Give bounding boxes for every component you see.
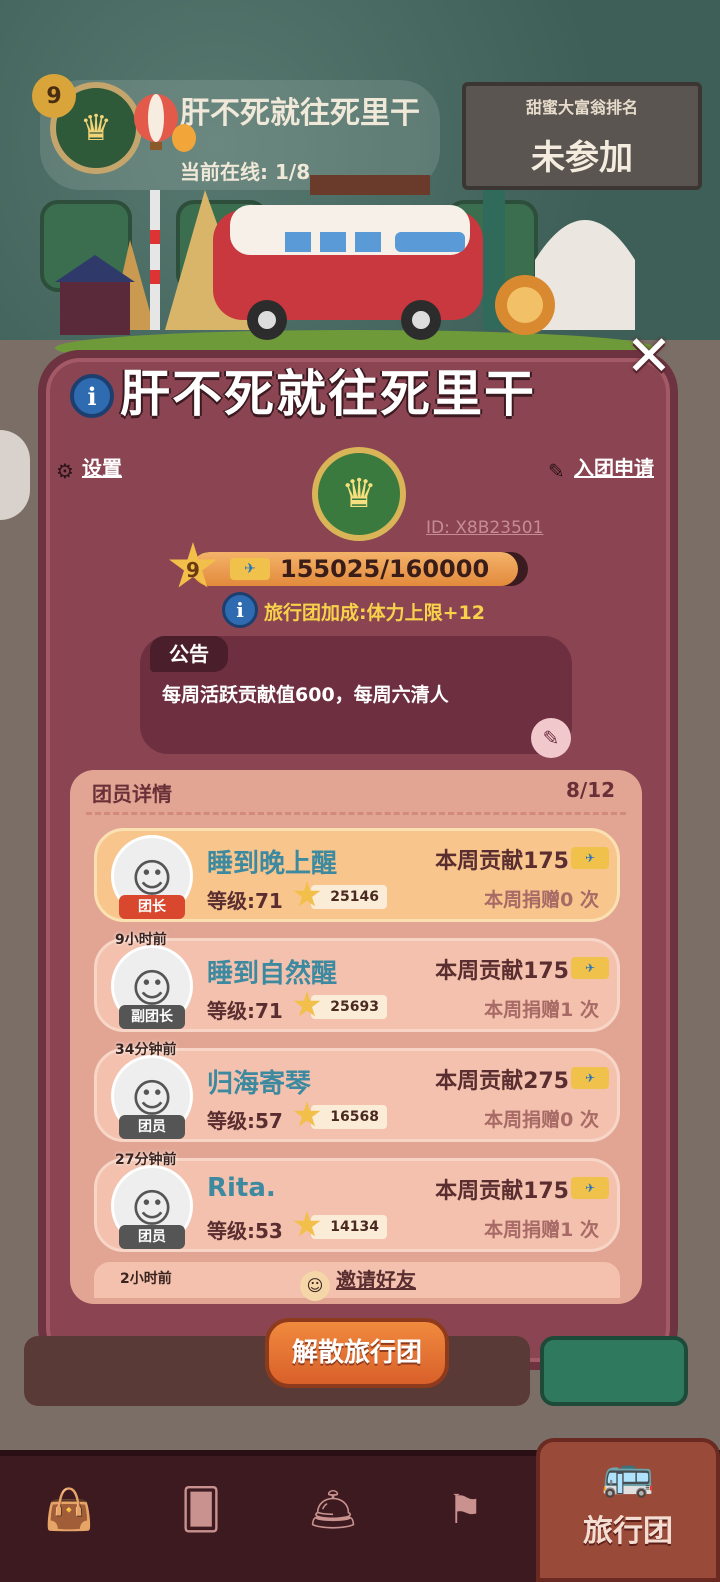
ticket-icon: ✈ <box>571 847 609 869</box>
edit-notice-button[interactable]: ✎ <box>531 718 571 758</box>
map-pin-icon: ⚑ <box>447 1487 483 1533</box>
settings-link[interactable]: ⚙ 设置 <box>56 452 122 483</box>
bus-icon: 🚌 <box>601 1450 655 1499</box>
member-name: 归海寄琴 <box>207 1069 312 1099</box>
member-row[interactable]: ☺ 27分钟前 团员 Rita. 等级:53 14134 本周贡献175 ✈ 本… <box>94 1152 620 1252</box>
member-name: Rita. <box>207 1173 276 1203</box>
weekly-donation: 本周捐赠1 次 <box>484 1219 599 1241</box>
hot-air-balloon-icon <box>134 94 196 152</box>
role-badge: 团员 <box>119 1225 185 1249</box>
weekly-donation: 本周捐赠0 次 <box>484 889 599 911</box>
join-requests-label: 入团申请 <box>574 456 654 480</box>
member-level: 等级:53 <box>207 1219 283 1243</box>
service-bell-icon: 🛎 <box>307 1487 359 1533</box>
member-divider <box>86 812 626 815</box>
settings-label: 设置 <box>82 456 122 480</box>
nav-travel-team[interactable]: 🚌 旅行团 <box>536 1438 720 1582</box>
close-button[interactable]: ✕ <box>618 326 680 388</box>
notice-text: 每周活跃贡献值600，每周六清人 <box>162 684 449 706</box>
ticket-icon: ✈ <box>571 1067 609 1089</box>
crown-icon: ♛ <box>79 107 113 149</box>
last-seen: 9小时前 <box>115 932 167 948</box>
weekly-donation: 本周捐赠0 次 <box>484 1109 599 1131</box>
modal-title: 肝不死就往死里干 <box>120 365 536 423</box>
member-name: 睡到晚上醒 <box>207 849 338 879</box>
pagoda-icon <box>60 280 130 335</box>
bonus-info-icon[interactable]: i <box>222 592 258 628</box>
pencil-icon: ✎ <box>542 726 560 750</box>
landmarks-illustration <box>55 175 655 360</box>
document-edit-icon: ✎ <box>548 459 565 483</box>
member-level: 等级:71 <box>207 999 283 1023</box>
invite-label: 邀请好友 <box>336 1268 416 1292</box>
member-score: 14134 <box>311 1215 387 1239</box>
last-seen: 34分钟前 <box>115 1042 177 1058</box>
member-header-label: 团员详情 <box>92 782 172 806</box>
team-bonus-text: 旅行团加成:体力上限+12 <box>264 602 485 624</box>
weekly-contribution: 本周贡献275 <box>435 1069 569 1094</box>
member-score: 16568 <box>311 1105 387 1129</box>
member-list[interactable]: ☺ 团长 睡到晚上醒 等级:71 25146 本周贡献175 ✈ 本周捐赠0 次… <box>94 828 620 1278</box>
nav-travel-team-label: 旅行团 <box>583 1514 673 1549</box>
background-team-name: 肝不死就往死里干 <box>180 96 420 131</box>
rank-board-title: 甜蜜大富翁排名 <box>525 98 638 117</box>
cards-icon: 🂠 <box>180 1487 222 1533</box>
weekly-contribution: 本周贡献175 <box>435 959 569 984</box>
ticket-icon: ✈ <box>230 558 270 580</box>
nav-map[interactable]: ⚑ <box>410 1470 520 1550</box>
background-level-badge: 9 <box>32 74 76 118</box>
member-row[interactable]: ☺ 团长 睡到晚上醒 等级:71 25146 本周贡献175 ✈ 本周捐赠0 次 <box>94 828 620 922</box>
ticket-icon: ✈ <box>571 957 609 979</box>
disband-team-button[interactable]: 解散旅行团 <box>265 1318 449 1388</box>
close-icon: ✕ <box>625 324 673 389</box>
shop-bag-icon: 👜 <box>44 1487 94 1533</box>
notice-tab: 公告 <box>150 636 228 672</box>
invite-friends-link[interactable]: ☺ 邀请好友 <box>300 1264 416 1301</box>
gear-icon: ⚙ <box>56 459 74 483</box>
info-icon[interactable]: i <box>70 374 114 418</box>
join-requests-link[interactable]: ✎ 入团申请 <box>548 452 654 483</box>
tower-icon <box>150 190 160 330</box>
member-score: 25146 <box>311 885 387 909</box>
last-seen: 27分钟前 <box>115 1152 177 1168</box>
add-user-icon: ☺ <box>300 1271 330 1301</box>
last-seen: 2小时前 <box>120 1271 172 1287</box>
ticket-icon: ✈ <box>571 1177 609 1199</box>
crown-icon: ♛ <box>341 471 377 517</box>
team-avatar: ♛ <box>312 447 406 541</box>
role-badge: 团长 <box>119 895 185 919</box>
nav-service[interactable]: 🛎 <box>278 1470 388 1550</box>
nav-cards[interactable]: 🂠 <box>146 1470 256 1550</box>
role-badge: 副团长 <box>119 1005 185 1029</box>
weekly-contribution: 本周贡献175 <box>435 1179 569 1204</box>
weekly-donation: 本周捐赠1 次 <box>484 999 599 1021</box>
camper-van-icon <box>213 175 483 340</box>
background-button-right <box>540 1336 688 1406</box>
weekly-contribution: 本周贡献175 <box>435 849 569 874</box>
member-score: 25693 <box>311 995 387 1019</box>
nav-shop[interactable]: 👜 <box>14 1470 124 1550</box>
member-level: 等级:71 <box>207 889 283 913</box>
team-id: ID: X8B23501 <box>426 518 544 538</box>
member-level: 等级:57 <box>207 1109 283 1133</box>
member-row[interactable]: ☺ 34分钟前 团员 归海寄琴 等级:57 16568 本周贡献275 ✈ 本周… <box>94 1042 620 1142</box>
member-row[interactable]: ☺ 9小时前 副团长 睡到自然醒 等级:71 25693 本周贡献175 ✈ 本… <box>94 932 620 1032</box>
member-name: 睡到自然醒 <box>207 959 338 989</box>
team-progress-text: 155025/160000 <box>280 555 490 583</box>
role-badge: 团员 <box>119 1115 185 1139</box>
member-count: 8/12 <box>566 778 616 802</box>
